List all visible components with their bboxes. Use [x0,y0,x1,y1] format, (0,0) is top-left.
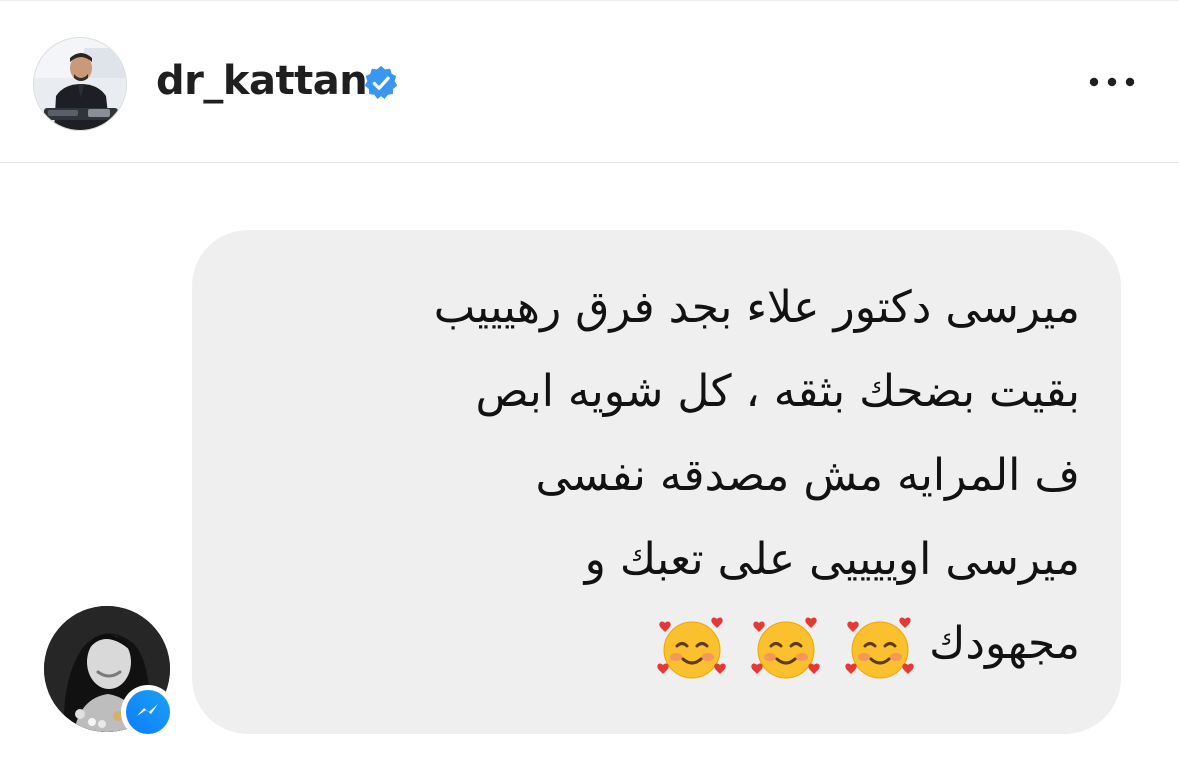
smiling-face-with-hearts-emoji [751,617,820,679]
message-line: مجهودك [929,618,1080,669]
message-line: ميرسى دكتور علاء بجد فرق رهيييب [433,282,1080,333]
profile-avatar[interactable] [33,37,127,131]
message-area: ميرسى دكتور علاء بجد فرق رهيييب بقيت بضح… [0,163,1179,761]
post-header: dr_kattan [0,0,1179,163]
emoji-row [647,604,915,688]
message-line: بقيت بضحك بثقه ، كل شويه ابص [475,366,1080,417]
messenger-icon [126,690,170,734]
messenger-badge [121,685,175,739]
smiling-face-with-hearts-emoji [845,617,914,679]
username[interactable]: dr_kattan [156,57,368,105]
message-bubble[interactable]: ميرسى دكتور علاء بجد فرق رهيييب بقيت بضح… [192,230,1121,734]
message-line: ميرسى اوييييى على تعبك و [584,534,1080,585]
message-text: ميرسى دكتور علاء بجد فرق رهيييب بقيت بضح… [230,266,1080,688]
message-line: ف المرايه مش مصدقه نفسى [535,450,1081,501]
top-divider [0,0,1179,1]
profile-photo-icon [34,38,126,130]
verified-badge-icon [364,65,398,99]
more-options-icon[interactable] [1084,64,1140,100]
message-last-line: مجهودك [230,602,1080,688]
smiling-face-with-hearts-emoji [657,617,726,679]
